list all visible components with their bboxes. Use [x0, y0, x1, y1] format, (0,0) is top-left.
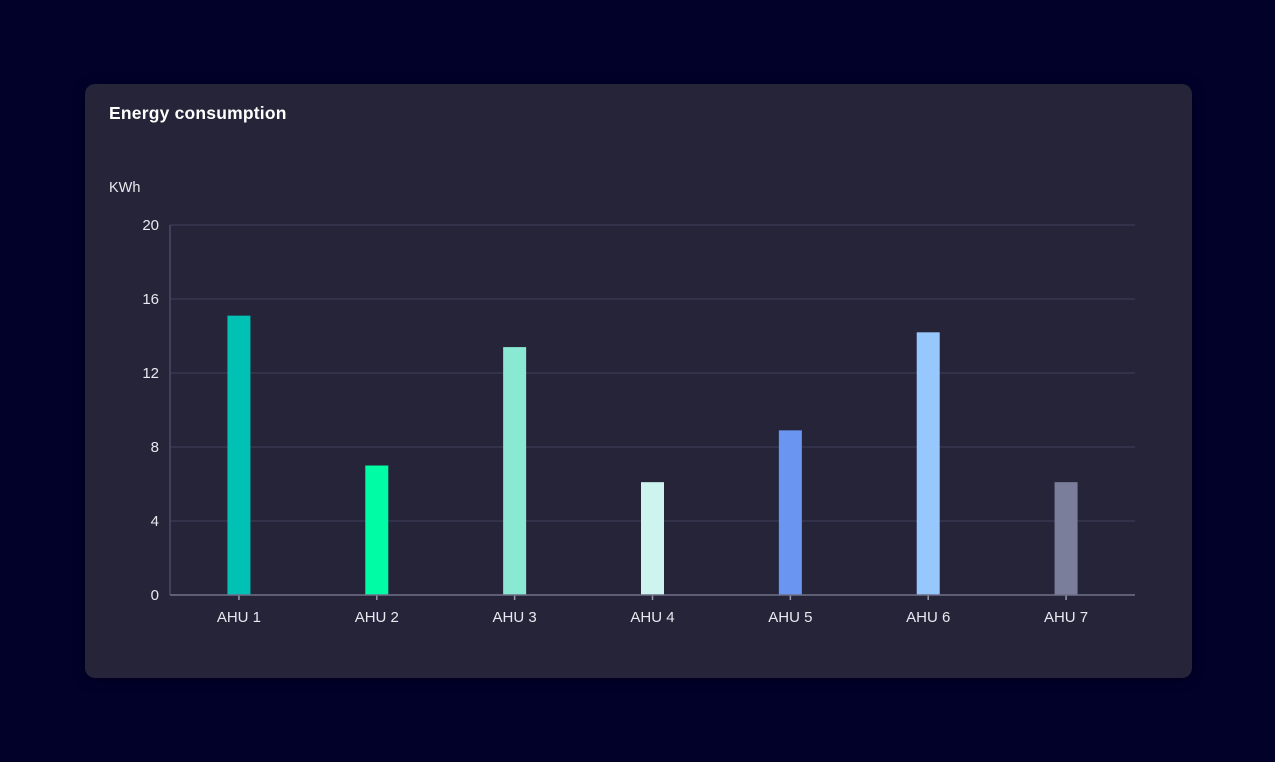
- y-tick-label: 8: [151, 439, 159, 456]
- y-tick-label: 4: [151, 513, 159, 530]
- bar-ahu-6[interactable]: [917, 332, 940, 595]
- bar-ahu-2[interactable]: [365, 466, 388, 596]
- energy-bar-chart: 0 4 8 12 16 20 AHU 1 AHU 2 AHU 3 AHU 4 AHU 5 AHU 6 A…: [85, 84, 1192, 678]
- x-tick-label: AHU 3: [493, 609, 537, 626]
- bar-ahu-7[interactable]: [1055, 482, 1078, 595]
- bar-ahu-3[interactable]: [503, 347, 526, 595]
- x-tick-label: AHU 1: [217, 609, 261, 626]
- x-tick-label: AHU 7: [1044, 609, 1088, 626]
- y-tick-label: 20: [142, 217, 159, 234]
- x-tick-label: AHU 5: [768, 609, 812, 626]
- energy-consumption-card: Energy consumption KWh 048121620AHU 1AHU…: [85, 84, 1192, 678]
- bar-ahu-4[interactable]: [641, 482, 664, 595]
- x-tick-label: AHU 4: [630, 609, 674, 626]
- bar-ahu-5[interactable]: [779, 430, 802, 595]
- page-background: Energy consumption KWh 048121620AHU 1AHU…: [0, 0, 1275, 762]
- y-tick-label: 0: [151, 587, 159, 604]
- x-tick-label: AHU 2: [355, 609, 399, 626]
- y-tick-label: 16: [142, 291, 159, 308]
- x-tick-label: AHU 6: [906, 609, 950, 626]
- y-tick-label: 12: [142, 365, 159, 382]
- bar-ahu-1[interactable]: [227, 316, 250, 595]
